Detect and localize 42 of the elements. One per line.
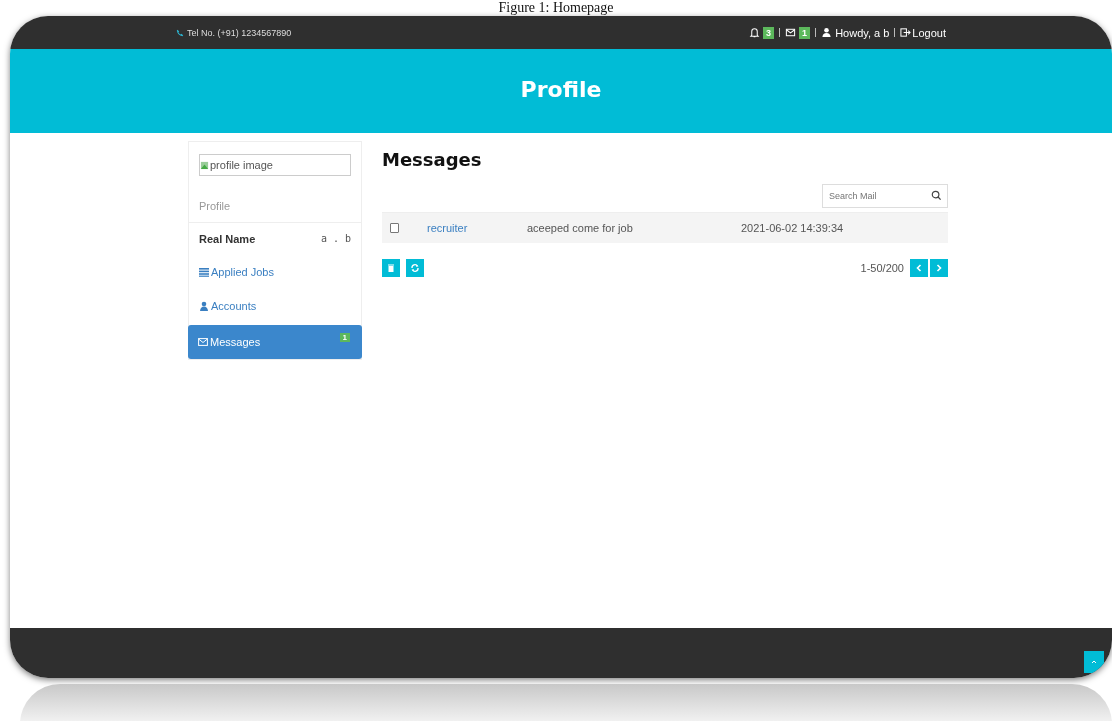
real-name-value: a . b bbox=[320, 233, 351, 245]
page-title: Profile bbox=[520, 76, 602, 102]
sidebar-item[interactable]: Accounts bbox=[189, 289, 361, 323]
message-row[interactable]: recruiter aceeped come for job 2021-06-02 14:39:34 bbox=[382, 212, 948, 243]
previous-button[interactable] bbox=[910, 259, 928, 277]
mail-count: 1 bbox=[799, 26, 811, 39]
figure-caption: Figure 1: Homepage bbox=[497, 0, 615, 16]
chevron-left-icon bbox=[914, 263, 924, 273]
logout-icon bbox=[900, 27, 912, 38]
logout-link[interactable]: Logout bbox=[900, 26, 946, 39]
user-icon bbox=[821, 27, 833, 38]
mail-icon bbox=[198, 337, 208, 347]
scroll-top-button[interactable] bbox=[1084, 651, 1104, 673]
notification-count: 3 bbox=[763, 26, 775, 39]
phone-number: Tel No. (+91) 1234567890 bbox=[176, 27, 292, 38]
message-subject: aceeped come for job bbox=[527, 222, 634, 234]
search-icon[interactable] bbox=[931, 190, 942, 201]
pagination-range: 1-50/200 bbox=[860, 262, 904, 274]
checkbox[interactable] bbox=[390, 223, 399, 233]
phone-icon bbox=[176, 28, 184, 37]
search-field[interactable]: Search Mail bbox=[822, 184, 948, 208]
image-icon bbox=[200, 160, 209, 170]
real-name-label: Real Name bbox=[199, 233, 256, 245]
list-icon bbox=[199, 267, 209, 277]
trash-icon bbox=[386, 263, 396, 273]
refresh-icon bbox=[410, 263, 420, 273]
next-button[interactable] bbox=[930, 259, 948, 277]
chevron-right-icon bbox=[934, 263, 944, 273]
delete-button[interactable] bbox=[382, 259, 400, 277]
refresh-button[interactable] bbox=[406, 259, 424, 277]
sidebar-item[interactable]: Applied Jobs bbox=[189, 255, 361, 289]
count-badge: 1 bbox=[339, 333, 350, 342]
greeting: Howdy, a b bbox=[835, 26, 890, 39]
broken-image: profile image bbox=[199, 154, 351, 176]
mail-icon[interactable] bbox=[785, 27, 797, 38]
bell-icon[interactable] bbox=[749, 27, 761, 38]
sender-link[interactable]: recruiter bbox=[427, 222, 527, 234]
message-date: 2021-06-02 14:39:34 bbox=[741, 222, 844, 234]
section-title: Messages bbox=[382, 149, 483, 170]
sidebar-item[interactable]: Messages 1 bbox=[188, 325, 362, 359]
user-icon bbox=[199, 301, 209, 311]
section-label: Profile bbox=[189, 176, 361, 223]
